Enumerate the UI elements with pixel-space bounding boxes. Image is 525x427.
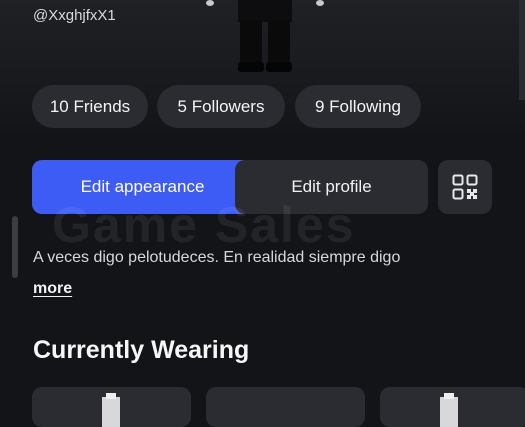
following-count-button[interactable]: 9 Following (295, 85, 421, 128)
friends-count-button[interactable]: 10 Friends (32, 85, 148, 128)
currently-wearing-title: Currently Wearing (33, 336, 250, 364)
followers-count-button[interactable]: 5 Followers (157, 85, 285, 128)
profile-bio: A veces digo pelotudeces. En realidad si… (33, 249, 401, 266)
qr-code-button[interactable] (438, 160, 492, 214)
scrollbar-track[interactable] (519, 0, 525, 100)
wearing-item-card[interactable] (206, 387, 365, 427)
bio-more-link[interactable]: more (33, 280, 72, 298)
avatar-image[interactable] (200, 0, 330, 78)
item-thumbnail-icon (102, 393, 120, 427)
wearing-item-card[interactable] (32, 387, 191, 427)
username: @XxghjfxX1 (33, 7, 116, 24)
item-thumbnail-icon (440, 393, 458, 427)
side-drawer-handle[interactable] (12, 216, 18, 278)
watermark: Game Sales (52, 197, 356, 253)
qr-code-icon (452, 174, 478, 200)
wearing-item-card[interactable] (380, 387, 525, 427)
